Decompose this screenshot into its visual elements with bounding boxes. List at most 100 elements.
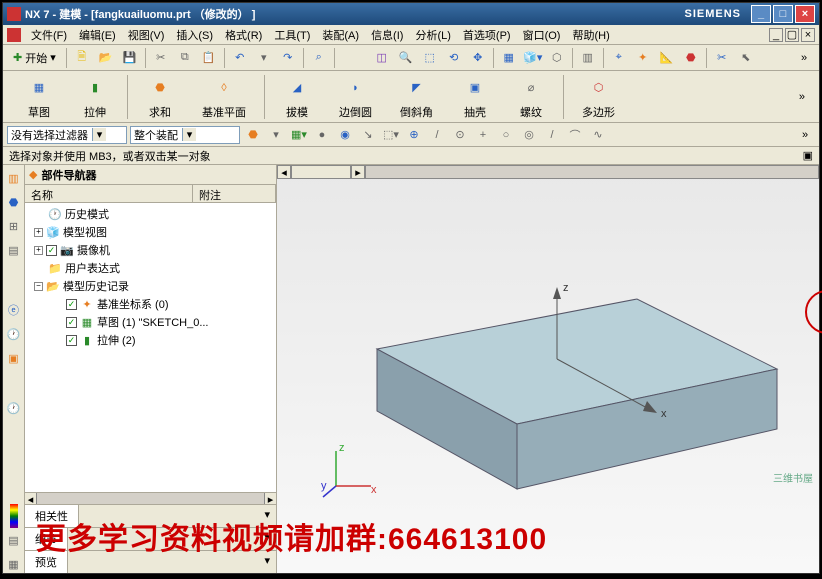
tree-checkbox[interactable]: ✓ bbox=[66, 299, 77, 310]
tree-checkbox[interactable]: ✓ bbox=[66, 317, 77, 328]
maximize-button[interactable]: □ bbox=[773, 5, 793, 23]
hscroll-right-icon[interactable]: ▸ bbox=[264, 493, 276, 504]
tree-row[interactable]: 🕐历史模式 bbox=[27, 205, 274, 223]
rail-settings-icon[interactable]: ▤ bbox=[5, 531, 23, 549]
ribbon-extrude[interactable]: ▮拉伸 bbox=[67, 72, 123, 122]
select-icon[interactable]: ⬉ bbox=[735, 47, 757, 69]
tab-detail[interactable]: 细节 bbox=[25, 528, 68, 550]
orient-icon[interactable]: ✦ bbox=[632, 47, 654, 69]
minimize-button[interactable]: _ bbox=[751, 5, 771, 23]
tree-row[interactable]: ✓▮拉伸 (2) bbox=[27, 331, 274, 349]
filter-btn-3[interactable]: ▦▾ bbox=[289, 125, 309, 145]
measure-icon[interactable]: 📐 bbox=[656, 47, 678, 69]
tab-relevance[interactable]: 相关性 bbox=[25, 505, 79, 527]
tab-collapse-icon-2[interactable]: ▾ bbox=[258, 528, 276, 550]
menu-assembly[interactable]: 装配(A) bbox=[316, 25, 365, 45]
rail-ie-icon[interactable]: ⓔ bbox=[5, 301, 23, 319]
tree-checkbox[interactable]: ✓ bbox=[46, 245, 57, 256]
tab-collapse-icon[interactable]: ▾ bbox=[258, 505, 276, 527]
hscroll-left-icon[interactable]: ◂ bbox=[25, 493, 37, 504]
trim-icon[interactable]: ✂ bbox=[711, 47, 733, 69]
filter-btn-16[interactable]: ∿ bbox=[588, 125, 608, 145]
ribbon-edge-blend[interactable]: ◗边倒圆 bbox=[325, 72, 386, 122]
cut-icon[interactable]: ✂ bbox=[150, 47, 172, 69]
zoom-area-icon[interactable]: ⬚ bbox=[419, 47, 441, 69]
display-mode-icon[interactable]: 🧊▾ bbox=[522, 47, 544, 69]
pan-icon[interactable]: ✥ bbox=[467, 47, 489, 69]
tab-collapse-icon-3[interactable]: ▾ bbox=[258, 551, 276, 573]
menu-view[interactable]: 视图(V) bbox=[122, 25, 171, 45]
menu-help[interactable]: 帮助(H) bbox=[566, 25, 615, 45]
rail-more-icon[interactable]: ▦ bbox=[5, 555, 23, 573]
analyze-icon[interactable]: ⬣ bbox=[680, 47, 702, 69]
filter-btn-5[interactable]: ◉ bbox=[335, 125, 355, 145]
filterbar-chevron-icon[interactable]: » bbox=[795, 125, 815, 145]
filter-btn-6[interactable]: ↘ bbox=[358, 125, 378, 145]
mdi-close-button[interactable]: × bbox=[801, 28, 815, 42]
filter-btn-14[interactable]: / bbox=[542, 125, 562, 145]
layer-icon[interactable]: ▥ bbox=[577, 47, 599, 69]
hintbar-collapse-icon[interactable]: ▣ bbox=[803, 149, 813, 162]
tree-toggle-icon[interactable]: + bbox=[34, 246, 43, 255]
selection-filter-combo[interactable]: 没有选择过滤器▾ bbox=[7, 126, 127, 144]
undo-icon[interactable]: ↶ bbox=[229, 47, 251, 69]
tree-row[interactable]: +✓📷摄像机 bbox=[27, 241, 274, 259]
filter-btn-10[interactable]: ⊙ bbox=[450, 125, 470, 145]
rotate-icon[interactable]: ⟲ bbox=[443, 47, 465, 69]
rail-reuse-icon[interactable]: ▤ bbox=[5, 241, 23, 259]
tree-row[interactable]: ✓✦基准坐标系 (0) bbox=[27, 295, 274, 313]
filter-btn-1[interactable]: ⬣ bbox=[243, 125, 263, 145]
viewport-top-scroll[interactable]: ◂ ▸ bbox=[277, 165, 819, 179]
filter-btn-4[interactable]: ● bbox=[312, 125, 332, 145]
wireframe-icon[interactable]: ⬡ bbox=[546, 47, 568, 69]
tree-row[interactable]: 📁用户表达式 bbox=[27, 259, 274, 277]
rail-layers-icon[interactable]: 🕐 bbox=[5, 399, 23, 417]
start-button[interactable]: ✚开始▾ bbox=[7, 48, 62, 68]
col-note[interactable]: 附注 bbox=[193, 185, 276, 202]
wcs-icon[interactable]: ⌖ bbox=[608, 47, 630, 69]
tree-row[interactable]: ✓▦草图 (1) "SKETCH_0... bbox=[27, 313, 274, 331]
shade-icon[interactable]: ▦ bbox=[498, 47, 520, 69]
paste-icon[interactable]: 📋 bbox=[198, 47, 220, 69]
menu-file[interactable]: 文件(F) bbox=[25, 25, 73, 45]
filter-btn-7[interactable]: ⬚▾ bbox=[381, 125, 401, 145]
zoom-icon[interactable]: 🔍 bbox=[395, 47, 417, 69]
new-file-icon[interactable]: 🗎 bbox=[71, 47, 93, 69]
mdi-restore-button[interactable]: ▢ bbox=[785, 28, 799, 42]
rail-assembly-navigator-icon[interactable]: ⬣ bbox=[5, 193, 23, 211]
menu-info[interactable]: 信息(I) bbox=[365, 25, 409, 45]
menu-format[interactable]: 格式(R) bbox=[219, 25, 268, 45]
tree-row[interactable]: +🧊模型视图 bbox=[27, 223, 274, 241]
open-file-icon[interactable]: 📂 bbox=[95, 47, 117, 69]
tree-toggle-icon[interactable]: + bbox=[34, 228, 43, 237]
fit-view-icon[interactable]: ◫ bbox=[371, 47, 393, 69]
rail-role-icon[interactable]: ▣ bbox=[5, 349, 23, 367]
ribbon-polygon[interactable]: ⬡多边形 bbox=[568, 72, 629, 122]
rail-color-bar-icon[interactable] bbox=[5, 507, 23, 525]
filter-btn-13[interactable]: ◎ bbox=[519, 125, 539, 145]
hscroll-track[interactable] bbox=[37, 493, 264, 504]
3d-viewport[interactable]: ◂ ▸ z x z bbox=[277, 165, 819, 573]
undo-dropdown-icon[interactable]: ▾ bbox=[253, 47, 275, 69]
copy-icon[interactable]: ⧉ bbox=[174, 47, 196, 69]
tree-checkbox[interactable]: ✓ bbox=[66, 335, 77, 346]
command-finder-icon[interactable]: ⌕ bbox=[308, 47, 330, 69]
rail-part-navigator-icon[interactable]: ▥ bbox=[5, 169, 23, 187]
rail-constraint-icon[interactable]: ⊞ bbox=[5, 217, 23, 235]
filter-btn-8[interactable]: ⊕ bbox=[404, 125, 424, 145]
mdi-minimize-button[interactable]: _ bbox=[769, 28, 783, 42]
menu-tools[interactable]: 工具(T) bbox=[268, 25, 316, 45]
scroll-left-icon[interactable]: ◂ bbox=[277, 165, 291, 179]
tree-toggle-icon[interactable]: − bbox=[34, 282, 43, 291]
menu-edit[interactable]: 编辑(E) bbox=[73, 25, 122, 45]
redo-icon[interactable]: ↷ bbox=[277, 47, 299, 69]
menu-analysis[interactable]: 分析(L) bbox=[409, 25, 456, 45]
ribbon-chevron-icon[interactable]: » bbox=[793, 91, 811, 103]
ribbon-sketch[interactable]: ▦草图 bbox=[11, 72, 67, 122]
assembly-scope-combo[interactable]: 整个装配▾ bbox=[130, 126, 240, 144]
ribbon-shell[interactable]: ▣抽壳 bbox=[447, 72, 503, 122]
ribbon-thread[interactable]: ⌀螺纹 bbox=[503, 72, 559, 122]
menu-prefs[interactable]: 首选项(P) bbox=[457, 25, 517, 45]
ribbon-draft[interactable]: ◢拔模 bbox=[269, 72, 325, 122]
filter-btn-2[interactable]: ▾ bbox=[266, 125, 286, 145]
